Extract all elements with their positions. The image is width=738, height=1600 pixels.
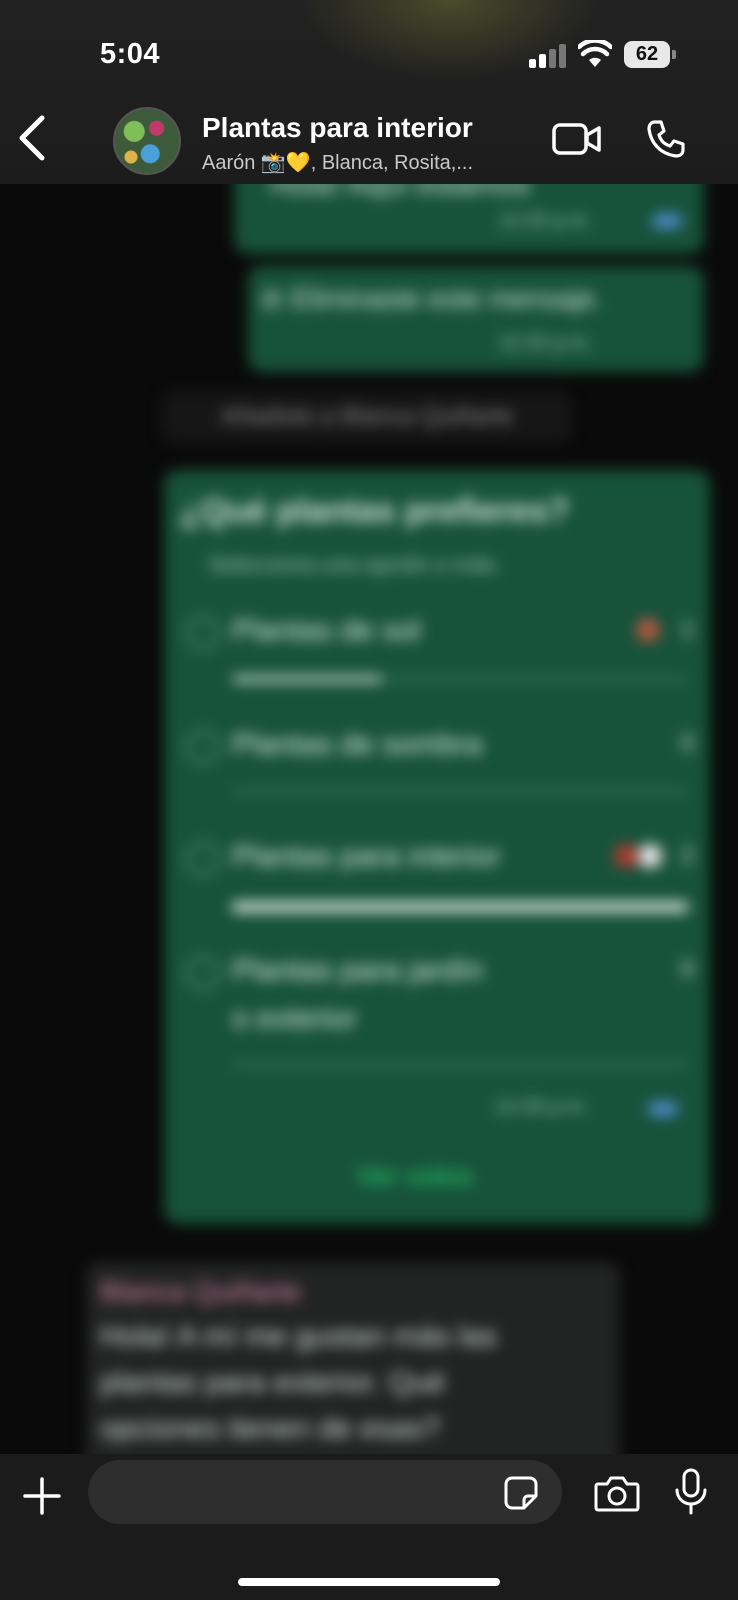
back-button[interactable] [14,112,54,164]
poll-option[interactable]: Plantas para interior 2 [186,836,694,916]
sticker-icon[interactable] [504,1476,538,1510]
message-time: 12:25 p.m. [498,332,593,354]
voter-avatar [614,844,638,868]
chat-header: 5:04 62 Plantas para interior Aarón 📸💛, … [0,0,738,184]
poll-option-bar [232,676,688,682]
poll-bubble[interactable]: ¿Qué plantas prefieres? Selecciona una o… [164,470,710,1224]
radio-icon[interactable] [186,956,220,990]
poll-question: ¿Qué plantas prefieres? [180,492,570,530]
blurred-messages: Hola! Aquí estamos 12:25 p.m. ⊘ Eliminas… [0,184,738,1454]
status-bar: 5:04 62 [0,0,738,100]
poll-option[interactable]: Plantas para jardín o exterior 0 [186,950,694,1070]
poll-option-bar [232,902,688,912]
voter-avatar [636,618,660,642]
poll-option-label-line2: o exterior [232,1002,358,1035]
poll-option-label: Plantas de sombra [232,728,483,761]
message-text-line: Hola! A mí me gustan más las [100,1320,497,1353]
radio-icon[interactable] [186,616,220,650]
battery-icon: 62 [624,41,676,68]
message-text-line: opciones tienen de esas? [100,1412,441,1445]
message-bubble-outgoing[interactable]: Hola! Aquí estamos 12:25 p.m. [234,184,704,254]
composer-bar [0,1454,738,1600]
poll-option-count: 0 [680,956,694,983]
message-input[interactable] [88,1460,562,1524]
radio-icon[interactable] [186,730,220,764]
system-notification: Añadiste a Blanca Quiñarte [162,391,572,443]
voter-avatar [638,844,662,868]
cellular-signal-icon [529,44,567,68]
home-indicator[interactable] [238,1578,500,1586]
view-votes-link[interactable]: Ver votos [356,1160,473,1192]
camera-icon[interactable] [594,1474,640,1512]
poll-option[interactable]: Plantas de sombra 0 [186,724,694,804]
poll-option-label: Plantas para interior [232,840,501,873]
wifi-icon [578,40,612,67]
battery-level: 62 [624,41,670,68]
poll-option-count: 1 [680,616,694,643]
chat-title[interactable]: Plantas para interior [202,112,473,144]
video-call-icon[interactable] [552,122,602,156]
microphone-icon[interactable] [674,1468,708,1516]
poll-option-bar [232,788,688,794]
message-time: 12:26 p.m. [494,1096,589,1118]
message-bubble-incoming[interactable]: Blanca Quiñarte Hola! A mí me gustan más… [86,1262,620,1454]
radio-icon[interactable] [186,842,220,876]
status-time: 5:04 [100,38,161,70]
poll-hint: Selecciona una opción o más. [208,552,502,577]
poll-option-count: 0 [680,730,694,757]
message-text-line: plantas para exterior. Qué [100,1366,446,1399]
message-bubble-deleted[interactable]: ⊘ Eliminaste este mensaje. 12:25 p.m. [248,266,704,372]
sender-name: Blanca Quiñarte [100,1276,301,1307]
group-avatar[interactable] [113,107,181,175]
poll-option-count: 2 [680,842,694,869]
poll-option-label: Plantas para jardín [232,954,484,987]
message-text: Hola! Aquí estamos [270,184,531,201]
message-text: ⊘ Eliminaste este mensaje. [260,283,603,314]
poll-option-label: Plantas de sol [232,614,421,647]
message-list[interactable]: Hola! Aquí estamos 12:25 p.m. ⊘ Eliminas… [0,184,738,1454]
phone-call-icon[interactable] [646,119,686,159]
read-receipt-icon [652,214,682,228]
plus-icon[interactable] [22,1476,62,1516]
chat-participants[interactable]: Aarón 📸💛, Blanca, Rosita,... [202,150,473,175]
poll-option-bar [232,1062,688,1068]
poll-option[interactable]: Plantas de sol 1 [186,610,694,690]
read-receipt-icon [648,1102,678,1116]
message-time: 12:25 p.m. [498,210,593,232]
